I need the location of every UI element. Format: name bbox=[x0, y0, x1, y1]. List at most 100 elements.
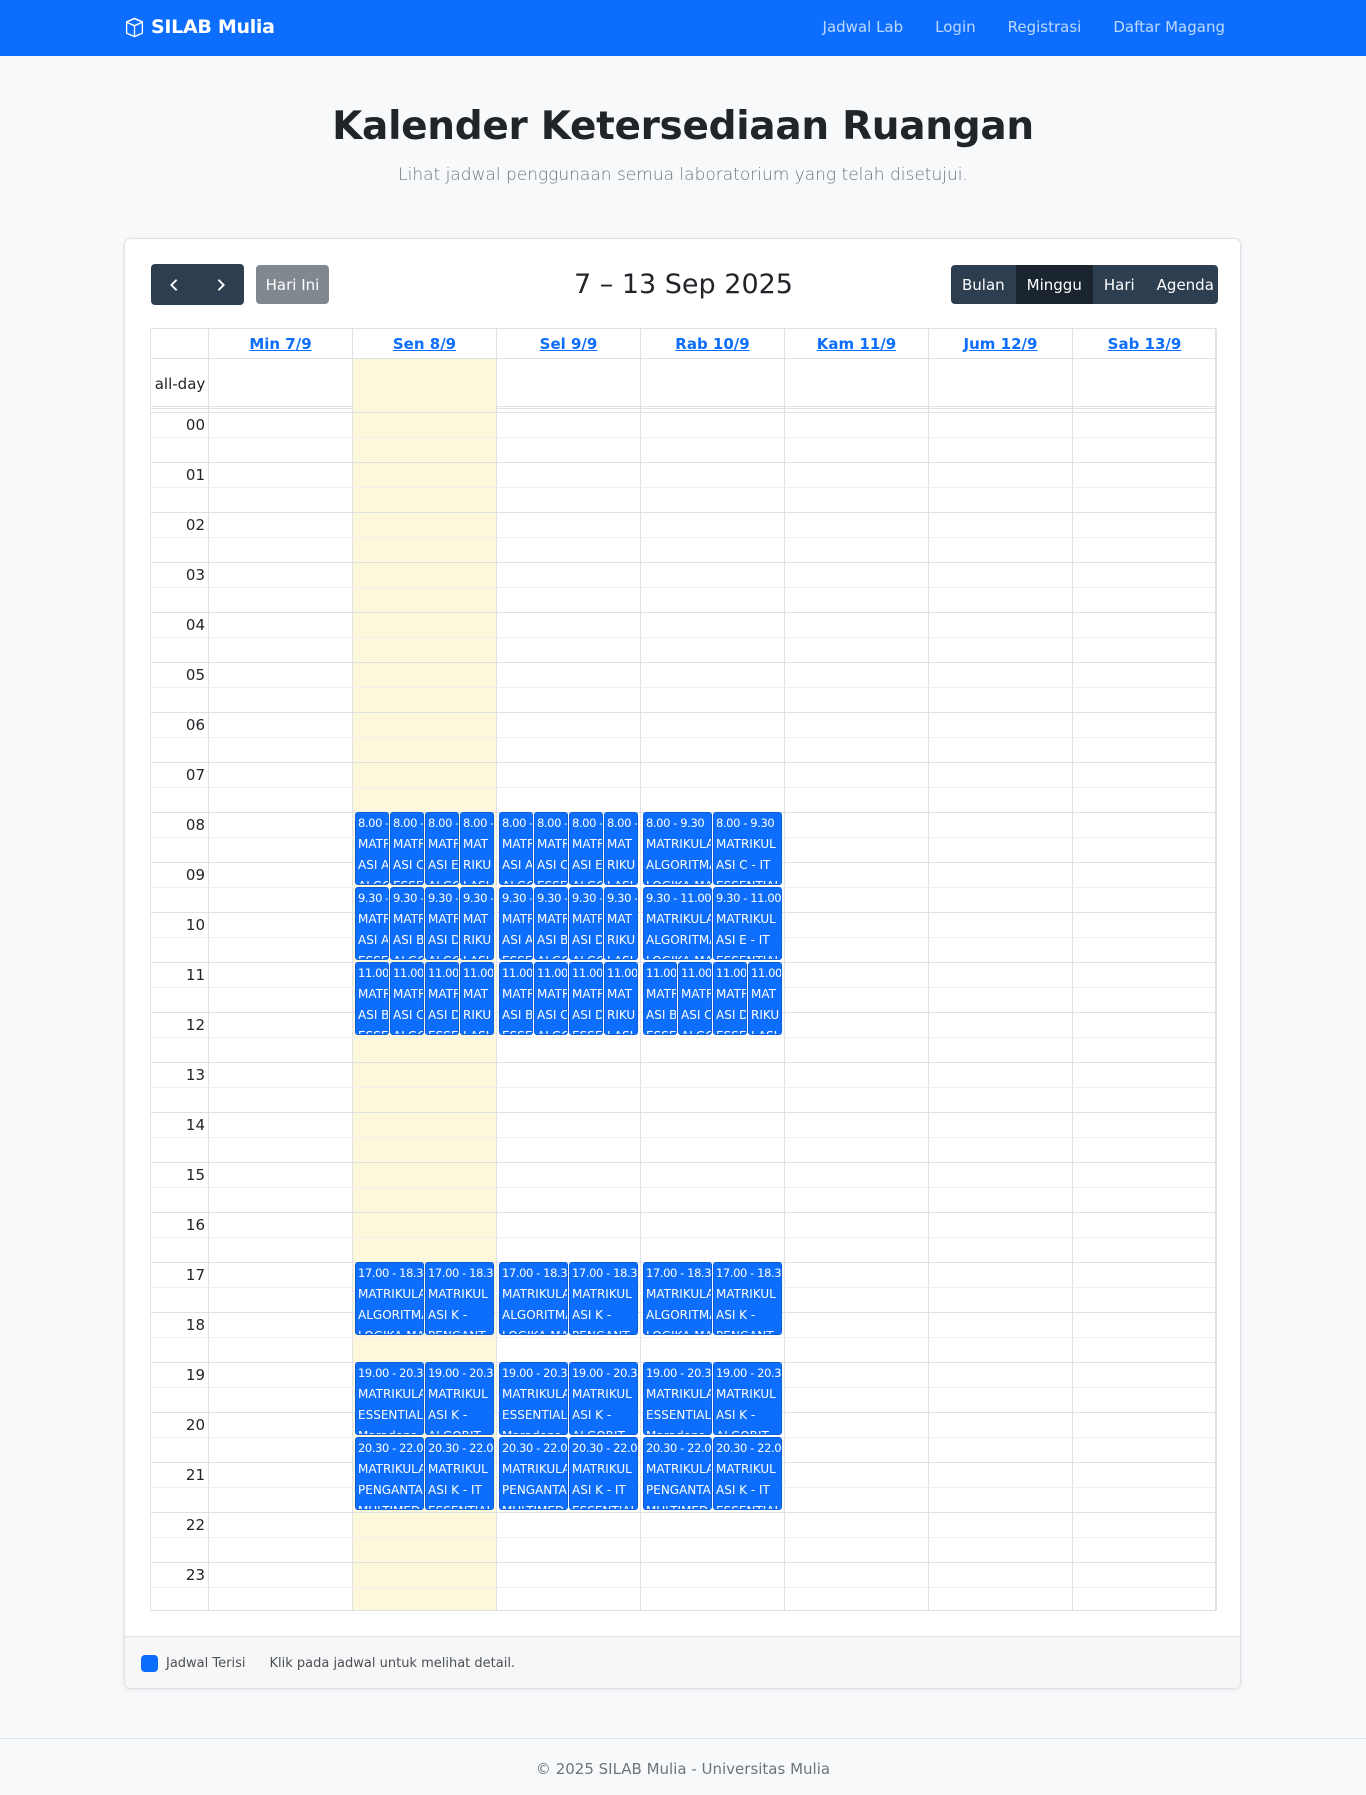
day-header-link[interactable]: Kam 11/9 bbox=[817, 335, 896, 353]
hour-label: 10 bbox=[185, 916, 205, 934]
calendar-event[interactable]: 20.30 - 22.00 MATRIKULASI PENGANTAR MULTIME… bbox=[643, 1437, 712, 1510]
day-header-link[interactable]: Sab 13/9 bbox=[1108, 335, 1182, 353]
hour-line bbox=[151, 1512, 1215, 1513]
calendar-event[interactable]: 19.00 - 20.30 MATRIKUL ASI K - ALGORIT bbox=[713, 1362, 782, 1435]
calendar-event[interactable]: 11.00 MATR ASI B ESSE bbox=[643, 962, 677, 1035]
day-header-link[interactable]: Sel 9/9 bbox=[540, 335, 598, 353]
half-hour-line bbox=[209, 437, 1215, 438]
calendar-event[interactable]: 8.00 - MATR ASI C ESSE bbox=[534, 812, 568, 885]
calendar-event[interactable]: 8.00 - 9.30 MATRIKULASI ALGORITMA LOGIKA MA bbox=[643, 812, 712, 885]
event-time: 8.00 - bbox=[428, 816, 459, 830]
calendar-event[interactable]: 11.00 MATR ASI C ALGO bbox=[534, 962, 568, 1035]
calendar-event[interactable]: 20.30 - 22.00 MATRIKULASI PENGANTAR MULTIME… bbox=[499, 1437, 568, 1510]
calendar-event[interactable]: 11.00 MATR ASI B ESSE bbox=[499, 962, 533, 1035]
calendar-event[interactable]: 8.00 - MAT RIKU LASI bbox=[604, 812, 638, 885]
half-hour-axis-line bbox=[151, 637, 209, 638]
calendar-event[interactable]: 11.00 MATR ASI D ESSE bbox=[713, 962, 747, 1035]
hour-label: 12 bbox=[185, 1016, 205, 1034]
event-title-line: ASI B bbox=[358, 1008, 389, 1022]
event-time: 9.30 - bbox=[502, 891, 533, 905]
event-time: 11.00 bbox=[572, 966, 603, 980]
event-title-line: ASI K - bbox=[716, 1308, 756, 1322]
view-agenda-button[interactable]: Agenda bbox=[1146, 265, 1218, 304]
calendar-event[interactable]: 8.00 - MATR ASI C ESSE bbox=[390, 812, 424, 885]
event-title-line: ESSE bbox=[646, 1026, 676, 1034]
day-column[interactable] bbox=[209, 359, 353, 1610]
day-column[interactable] bbox=[1073, 359, 1217, 1610]
calendar-event[interactable]: 17.00 - 18.30 MATRIKUL ASI K - PENGANT bbox=[425, 1262, 494, 1335]
calendar-event[interactable]: 20.30 - 22.00 MATRIKUL ASI K - IT ESSENTIAL bbox=[713, 1437, 782, 1510]
calendar-event[interactable]: 9.30 - MATR ASI B ALGO bbox=[534, 887, 568, 960]
calendar-event[interactable]: 19.00 - 20.30 MATRIKULASI ESSENTIAL Maradon… bbox=[499, 1362, 568, 1435]
day-header-link[interactable]: Min 7/9 bbox=[249, 335, 311, 353]
view-day-button[interactable]: Hari bbox=[1093, 265, 1146, 304]
event-title-line: MATR bbox=[393, 987, 424, 1001]
calendar-event[interactable]: 11.00 MATR ASI D ESSE bbox=[425, 962, 459, 1035]
calendar-event[interactable]: 8.00 - MAT RIKU LASI bbox=[460, 812, 494, 885]
calendar-event[interactable]: 8.00 - MATR ASI E ALGO bbox=[569, 812, 603, 885]
calendar-event[interactable]: 19.00 - 20.30 MATRIKULASI ESSENTIAL Maradon… bbox=[355, 1362, 424, 1435]
event-title-line: ESSE bbox=[393, 876, 423, 884]
calendar-event[interactable]: 8.00 - 9.30 MATRIKUL ASI C - IT ESSENTIAL bbox=[713, 812, 782, 885]
day-header-link[interactable]: Rab 10/9 bbox=[675, 335, 749, 353]
nav-link-daftar-magang[interactable]: Daftar Magang bbox=[1113, 18, 1225, 36]
day-column[interactable] bbox=[785, 359, 929, 1610]
calendar-event[interactable]: 9.30 - MATR ASI A ESSE bbox=[355, 887, 389, 960]
hour-line bbox=[151, 512, 1215, 513]
calendar-event[interactable]: 17.00 - 18.30 MATRIKUL ASI K - PENGANT bbox=[569, 1262, 638, 1335]
calendar-event[interactable]: 20.30 - 22.00 MATRIKUL ASI K - IT ESSENTIAL bbox=[569, 1437, 638, 1510]
calendar-event[interactable]: 9.30 - MATR ASI B ALGO bbox=[390, 887, 424, 960]
calendar-event[interactable]: 9.30 - MAT RIKU LASI bbox=[604, 887, 638, 960]
calendar-event[interactable]: 17.00 - 18.30 MATRIKUL ASI K - PENGANT bbox=[713, 1262, 782, 1335]
calendar-event[interactable]: 20.30 - 22.00 MATRIKULASI PENGANTAR MULTIME… bbox=[355, 1437, 424, 1510]
hour-label: 15 bbox=[185, 1166, 205, 1184]
calendar-event[interactable]: 8.00 - MATR ASI A ALGO bbox=[499, 812, 533, 885]
calendar-event[interactable]: 17.00 - 18.30 MATRIKULASI ALGORITMA LOGIKA … bbox=[355, 1262, 424, 1335]
view-month-button[interactable]: Bulan bbox=[951, 265, 1016, 304]
calendar-event[interactable]: 9.30 - MATR ASI A ESSE bbox=[499, 887, 533, 960]
calendar-event[interactable]: 8.00 - MATR ASI E ALGO bbox=[425, 812, 459, 885]
calendar-event[interactable]: 19.00 - 20.30 MATRIKUL ASI K - ALGORIT bbox=[425, 1362, 494, 1435]
event-time: 20.30 - 22.00 bbox=[358, 1441, 424, 1455]
day-column[interactable] bbox=[929, 359, 1073, 1610]
calendar-event[interactable]: 17.00 - 18.30 MATRIKULASI ALGORITMA LOGIKA … bbox=[499, 1262, 568, 1335]
calendar-event[interactable]: 9.30 - MATR ASI D ALGO bbox=[425, 887, 459, 960]
calendar-event[interactable]: 11.00 MATR ASI D ESSE bbox=[569, 962, 603, 1035]
calendar-event[interactable]: 9.30 - 11.00 MATRIKULASI ALGORITMA LOGIKA M… bbox=[643, 887, 712, 960]
calendar-event[interactable]: 9.30 - 11.00 MATRIKUL ASI E - IT ESSENTIAL bbox=[713, 887, 782, 960]
event-title-line: ASI A bbox=[502, 858, 533, 872]
hour-line bbox=[151, 1062, 1215, 1063]
calendar-event[interactable]: 19.00 - 20.30 MATRIKULASI ESSENTIAL Maradon… bbox=[643, 1362, 712, 1435]
hour-line bbox=[151, 762, 1215, 763]
calendar-event[interactable]: 9.30 - MAT RIKU LASI bbox=[460, 887, 494, 960]
day-header-link[interactable]: Sen 8/9 bbox=[393, 335, 456, 353]
event-time: 9.30 - bbox=[358, 891, 389, 905]
event-title-line: ASI C bbox=[681, 1008, 712, 1022]
calendar-event[interactable]: 11.00 MAT RIKU LASI bbox=[460, 962, 494, 1035]
nav-link-jadwal-lab[interactable]: Jadwal Lab bbox=[823, 18, 904, 36]
event-title-line: ASI C bbox=[393, 1008, 424, 1022]
event-time: 11.00 bbox=[716, 966, 747, 980]
footer-divider bbox=[0, 1738, 1366, 1739]
calendar-event[interactable]: 11.00 MATR ASI B ESSE bbox=[355, 962, 389, 1035]
calendar-event[interactable]: 11.00 MATR ASI C ALGO bbox=[390, 962, 424, 1035]
event-title-line: MATR bbox=[502, 912, 533, 926]
nav-link-registrasi[interactable]: Registrasi bbox=[1008, 18, 1082, 36]
calendar-event[interactable]: 20.30 - 22.00 MATRIKUL ASI K - IT ESSENTIAL bbox=[425, 1437, 494, 1510]
calendar-event[interactable]: 11.00 MATR ASI C ALGO bbox=[678, 962, 712, 1035]
day-header-link[interactable]: Jum 12/9 bbox=[964, 335, 1038, 353]
brand[interactable]: SILAB Mulia bbox=[124, 16, 275, 38]
event-title-line: MATR bbox=[572, 912, 603, 926]
event-title-line: ASI D bbox=[572, 933, 603, 947]
calendar-event[interactable]: 17.00 - 18.30 MATRIKULASI ALGORITMA LOGIKA … bbox=[643, 1262, 712, 1335]
calendar-event[interactable]: 19.00 - 20.30 MATRIKUL ASI K - ALGORIT bbox=[569, 1362, 638, 1435]
calendar-event[interactable]: 8.00 - MATR ASI A ALGO bbox=[355, 812, 389, 885]
view-week-button[interactable]: Minggu bbox=[1015, 265, 1093, 304]
hour-label: 14 bbox=[185, 1116, 205, 1134]
hour-label: 05 bbox=[185, 666, 205, 684]
nav-link-login[interactable]: Login bbox=[935, 18, 975, 36]
calendar-event[interactable]: 9.30 - MATR ASI D ALGO bbox=[569, 887, 603, 960]
calendar-event[interactable]: 11.00 MAT RIKU LASI bbox=[604, 962, 638, 1035]
hour-label: 04 bbox=[185, 616, 205, 634]
calendar-event[interactable]: 11.00 MAT RIKU LASI bbox=[748, 962, 782, 1035]
